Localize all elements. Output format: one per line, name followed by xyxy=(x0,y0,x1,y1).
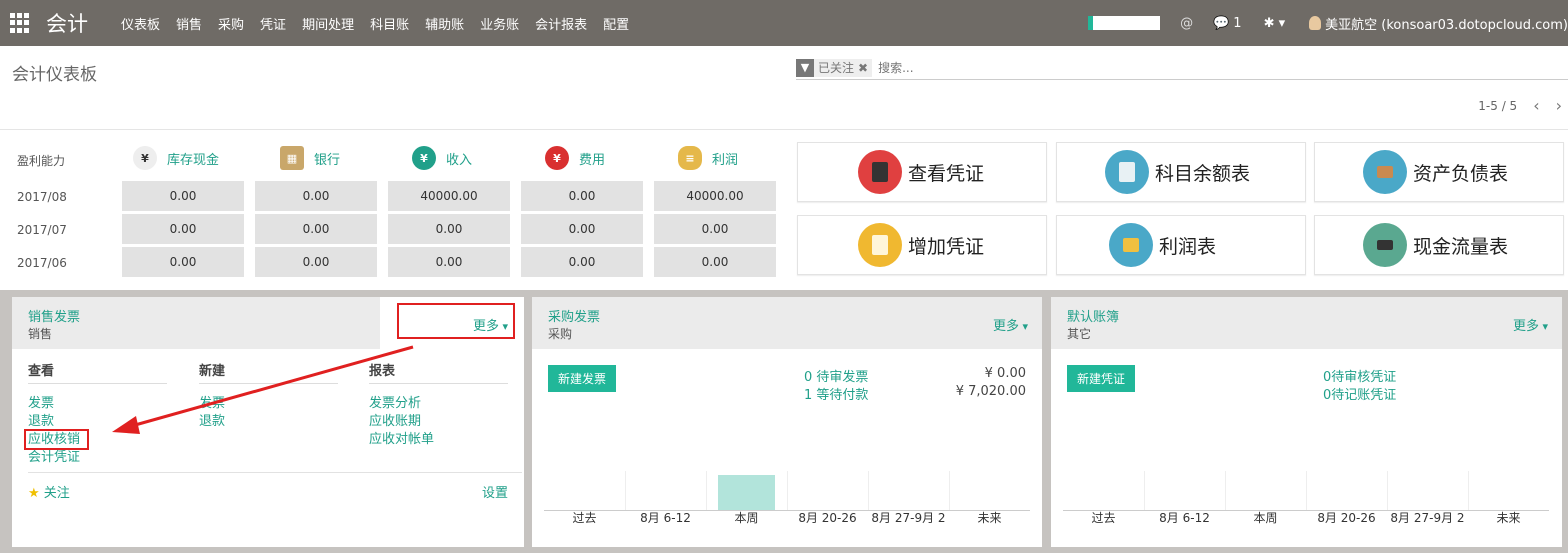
annotation-arrow xyxy=(112,345,414,434)
